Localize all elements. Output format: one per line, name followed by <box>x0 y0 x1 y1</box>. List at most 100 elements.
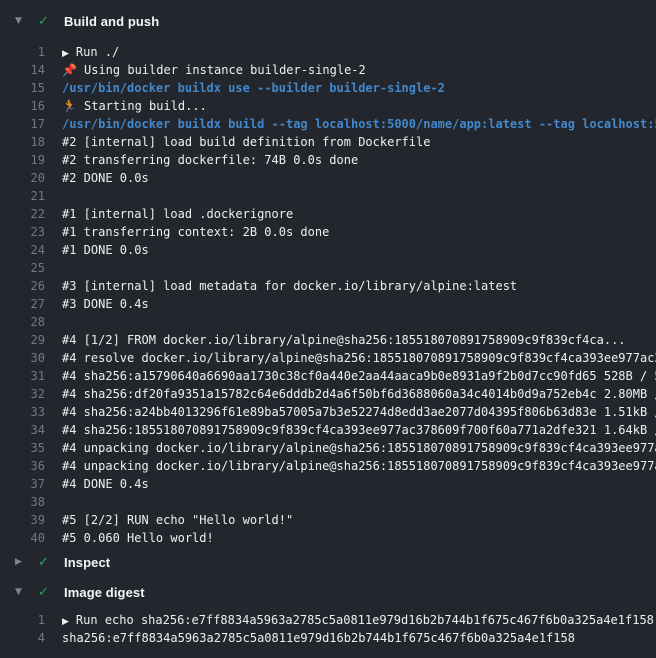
log-text: 🏃Starting build... <box>62 97 207 115</box>
log-line: 33 #4 sha256:a24bb4013296f61e89ba57005a7b… <box>0 403 656 421</box>
log-text: #4 sha256:df20fa9351a15782c64e6dddb2d4a6… <box>62 385 656 403</box>
log-line: 19 #2 transferring dockerfile: 74B 0.0s d… <box>0 151 656 169</box>
line-number[interactable]: 34 <box>0 421 45 439</box>
line-number[interactable]: 33 <box>0 403 45 421</box>
section-title: Inspect <box>64 555 110 570</box>
log-text: #5 [2/2] RUN echo "Hello world!" <box>62 511 293 529</box>
log-line: 35 #4 unpacking docker.io/library/alpine@… <box>0 439 656 457</box>
section-header-image-digest[interactable]: ▼ ✓ Image digest <box>0 577 656 607</box>
run-expand-icon[interactable]: ▶ <box>62 617 69 627</box>
log-section-build-and-push: ▼✓Build and push 1 ▶Run ./ 14 📌Using builder… <box>0 6 656 547</box>
log-text: #4 unpacking docker.io/library/alpine@sh… <box>62 457 656 475</box>
line-number[interactable]: 32 <box>0 385 45 403</box>
log-line: 37 #4 DONE 0.4s <box>0 475 656 493</box>
line-number[interactable]: 1 <box>0 611 45 629</box>
log-line: 22#1 [internal] load .dockerignore <box>0 205 656 223</box>
log-line: 27 #3 DONE 0.4s <box>0 295 656 313</box>
section-title: Image digest <box>64 585 145 600</box>
log-command-text: /usr/bin/docker buildx use --builder bui… <box>62 79 445 97</box>
line-number[interactable]: 15 <box>0 79 45 97</box>
log-line: 17/usr/bin/docker buildx build --tag loc… <box>0 115 656 133</box>
log-line: 1 ▶Run echo sha256:e7ff8834a5963a2785c5a0… <box>0 611 656 629</box>
line-number[interactable]: 17 <box>0 115 45 133</box>
line-number[interactable]: 18 <box>0 133 45 151</box>
line-number[interactable]: 29 <box>0 331 45 349</box>
line-number[interactable]: 16 <box>0 97 45 115</box>
chevron-down-icon[interactable]: ▼ <box>15 16 29 26</box>
log-line: 20 #2 DONE 0.0s <box>0 169 656 187</box>
log-text: #3 [internal] load metadata for docker.i… <box>62 277 517 295</box>
log-text: #4 sha256:185518070891758909c9f839cf4ca3… <box>62 421 656 439</box>
log-line: 1 ▶Run ./ <box>0 43 656 61</box>
log-text: #4 sha256:a24bb4013296f61e89ba57005a7b3e… <box>62 403 656 421</box>
log-text: #4 sha256:a15790640a6690aa1730c38cf0a440… <box>62 367 656 385</box>
log-line: 24 #1 DONE 0.0s <box>0 241 656 259</box>
line-number[interactable]: 22 <box>0 205 45 223</box>
log-text: #2 [internal] load build definition from… <box>62 133 430 151</box>
workflow-log-viewer: ▼✓Build and push1▶Run ./14📌Using builder… <box>0 0 656 658</box>
section-title: Build and push <box>64 14 159 29</box>
line-number[interactable]: 35 <box>0 439 45 457</box>
log-text: #2 transferring dockerfile: 74B 0.0s don… <box>62 151 358 169</box>
line-number[interactable]: 30 <box>0 349 45 367</box>
line-number[interactable]: 31 <box>0 367 45 385</box>
line-number[interactable]: 23 <box>0 223 45 241</box>
log-line: 25 <box>0 259 656 277</box>
log-line: 15/usr/bin/docker buildx use --builder b… <box>0 79 656 97</box>
line-number[interactable]: 27 <box>0 295 45 313</box>
log-lines: 1 ▶Run echo sha256:e7ff8834a5963a2785c5a0… <box>0 611 656 647</box>
log-text: #2 DONE 0.0s <box>62 169 149 187</box>
line-number[interactable]: 4 <box>0 629 45 647</box>
success-check-icon: ✓ <box>38 555 54 570</box>
log-line: 39 #5 [2/2] RUN echo "Hello world!" <box>0 511 656 529</box>
line-number[interactable]: 28 <box>0 313 45 331</box>
chevron-right-icon[interactable]: ▶ <box>15 557 29 567</box>
log-section-inspect: ▶ ✓ Inspect <box>0 547 656 577</box>
log-text: 📌Using builder instance builder-single-2 <box>62 61 366 79</box>
chevron-down-icon[interactable]: ▼ <box>15 587 29 597</box>
log-lines: 1 ▶Run ./ 14 📌Using builder instance builde… <box>0 43 656 547</box>
line-number[interactable]: 20 <box>0 169 45 187</box>
log-line: 4 sha256:e7ff8834a5963a2785c5a0811e979d16… <box>0 629 656 647</box>
pushpin-icon: 📌 <box>62 61 77 79</box>
log-line: 30 #4 resolve docker.io/library/alpine@sh… <box>0 349 656 367</box>
line-number[interactable]: 26 <box>0 277 45 295</box>
success-check-icon: ✓ <box>38 585 54 600</box>
line-number[interactable]: 25 <box>0 259 45 277</box>
log-text: ▶Run echo sha256:e7ff8834a5963a2785c5a08… <box>62 611 654 629</box>
line-number[interactable]: 36 <box>0 457 45 475</box>
log-text: #4 DONE 0.4s <box>62 475 149 493</box>
line-number[interactable]: 38 <box>0 493 45 511</box>
log-text: #1 DONE 0.0s <box>62 241 149 259</box>
section-header-inspect[interactable]: ▶ ✓ Inspect <box>0 547 656 577</box>
line-number[interactable]: 21 <box>0 187 45 205</box>
log-line: 14 📌Using builder instance builder-single… <box>0 61 656 79</box>
runner-icon: 🏃 <box>62 97 77 115</box>
log-line: 21 <box>0 187 656 205</box>
log-line: 23#1 transferring context: 2B 0.0s done <box>0 223 656 241</box>
line-number[interactable]: 37 <box>0 475 45 493</box>
log-text: #5 0.060 Hello world! <box>62 529 214 547</box>
line-number[interactable]: 1 <box>0 43 45 61</box>
line-number[interactable]: 40 <box>0 529 45 547</box>
log-line: 31 #4 sha256:a15790640a6690aa1730c38cf0a4… <box>0 367 656 385</box>
line-number[interactable]: 24 <box>0 241 45 259</box>
log-text: ▶Run ./ <box>62 43 119 61</box>
section-header-build-and-push[interactable]: ▼✓Build and push <box>0 6 656 36</box>
log-line: 29#4 [1/2] FROM docker.io/library/alpine… <box>0 331 656 349</box>
log-line: 18 #2 [internal] load build definition fr… <box>0 133 656 151</box>
log-line: 40 #5 0.060 Hello world! <box>0 529 656 547</box>
log-line: 28 <box>0 313 656 331</box>
log-text: #4 resolve docker.io/library/alpine@sha2… <box>62 349 656 367</box>
log-text: #4 unpacking docker.io/library/alpine@sh… <box>62 439 656 457</box>
log-text: #3 DONE 0.4s <box>62 295 149 313</box>
log-line: 32 #4 sha256:df20fa9351a15782c64e6dddb2d4… <box>0 385 656 403</box>
run-expand-icon[interactable]: ▶ <box>62 49 69 59</box>
log-line: 34 #4 sha256:185518070891758909c9f839cf4c… <box>0 421 656 439</box>
log-line: 16 🏃Starting build... <box>0 97 656 115</box>
line-number[interactable]: 39 <box>0 511 45 529</box>
line-number[interactable]: 19 <box>0 151 45 169</box>
log-line: 26 #3 [internal] load metadata for docker… <box>0 277 656 295</box>
log-text: sha256:e7ff8834a5963a2785c5a0811e979d16b… <box>62 629 575 647</box>
line-number[interactable]: 14 <box>0 61 45 79</box>
